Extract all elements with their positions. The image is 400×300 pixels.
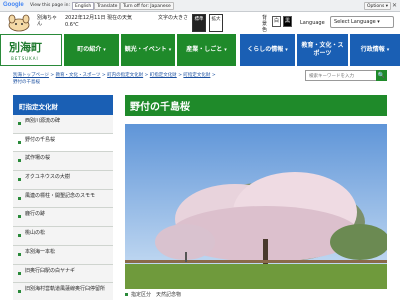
select-language-dropdown[interactable]: Select Language ▾ [330,16,394,28]
breadcrumb-separator: > [210,73,216,78]
nav-label: 産業・しごと [186,46,223,53]
font-large-button[interactable]: 拡大 [209,14,223,32]
chevron-down-icon: ▾ [285,47,288,53]
breadcrumb: 別海トップページ > 教育・文化・スポーツ > 町内の指定文化財 > 町指定文化… [13,72,253,86]
mascot-text: 別海ちゃん [37,15,58,27]
sidebar-item-current[interactable]: 野付の千島桜 [13,133,113,153]
chevron-down-icon: ▾ [103,47,106,53]
sidebar-item[interactable]: 本別海一本松 [13,245,113,265]
sidebar-item[interactable]: 桃山の松 [13,227,113,246]
temperature: 0.6℃ [65,22,79,28]
nav-town-intro[interactable]: 町の紹介 ▾ [64,34,119,66]
weather-date: 2022年12月11日 現在の天気 0.6℃ [65,15,132,29]
breadcrumb-link[interactable]: 教育・文化・スポーツ [56,73,101,78]
translate-bar: Google View this page in: English Transl… [0,0,400,12]
bullet-icon [125,293,128,296]
nav-label: 教育・文化・スポーツ [301,42,344,57]
page-title: 野付の千島桜 [125,95,387,116]
breadcrumb-link[interactable]: 町指定文化財 [150,73,177,78]
nav-label: 町の紹介 [77,46,102,53]
designation-caption: 指定区分 天然記念物 [125,291,181,298]
breadcrumb-separator: > [143,73,150,78]
nav-label: 行政情報 [360,46,385,53]
sidebar: 町指定文化財 西別川源流の碑 野付の千島桜 試作場の桜 オクユネウスの大樹 風連… [13,95,113,300]
nav-label: 観光・イベント [124,46,167,53]
google-logo: Google [3,2,24,8]
search-input[interactable] [305,70,383,81]
sidebar-item[interactable]: 西別川源流の碑 [13,115,113,134]
nav-industry[interactable]: 産業・しごと ▾ [176,34,236,66]
sidebar-item[interactable]: 旧別海村営軌道風蓮線奥行臼停留所 [13,283,113,300]
chevron-down-icon: ▾ [168,47,172,53]
search-icon[interactable]: 🔍 [376,70,387,81]
font-size-label: 文字の大きさ [158,15,189,21]
nav-label: くらしの情報 [247,46,284,53]
sidebar-item[interactable]: 試作場の桜 [13,152,113,172]
sidebar-item[interactable]: オクユネウスの大樹 [13,171,113,190]
translate-button[interactable]: Translate [94,2,121,10]
bg-black-button[interactable]: 黒 [283,16,292,27]
language-select[interactable]: English [72,2,95,10]
close-icon[interactable]: ✕ [392,2,397,9]
logo-text: 別海町 [9,41,42,54]
nav-tourism[interactable]: 観光・イベント ▾ [120,34,175,66]
view-page-text: View this page in: [30,3,71,8]
cherry-tree-photo [125,124,387,289]
sidebar-item[interactable]: 鹿行の跡 [13,208,113,228]
background-color-label: 背景色 [262,15,268,33]
breadcrumb-separator: > [48,73,56,78]
sidebar-item[interactable]: 風連の標柱・開墾記念のスモモ [13,189,113,209]
chevron-down-icon: ▾ [386,47,390,53]
options-button[interactable]: Options ▾ [364,2,392,10]
nav-admin[interactable]: 行政情報 ▾ [349,34,400,66]
site-logo[interactable]: 別海町 BETSUKAI [0,34,62,66]
nav-living[interactable]: くらしの情報 ▾ [240,34,295,66]
turn-off-button[interactable]: Turn off for: Japanese [120,2,174,10]
language-label: Language [300,20,325,26]
logo-subtext: BETSUKAI [11,56,39,61]
sidebar-heading: 町指定文化財 [13,95,113,115]
bg-white-button[interactable]: 白 [272,16,281,27]
chevron-down-icon: ▾ [224,47,227,53]
mascot-logo-icon[interactable] [6,14,32,32]
breadcrumb-current: 野付の千島桜 [13,80,40,85]
sidebar-item[interactable]: 旧奥行臼駅の白ヤナギ [13,264,113,284]
breadcrumb-link[interactable]: 別海トップページ [13,73,49,78]
font-standard-button[interactable]: 標準 [192,14,206,32]
caption-text: 指定区分 天然記念物 [131,292,182,298]
nav-education[interactable]: 教育・文化・スポーツ [296,34,348,66]
breadcrumb-link[interactable]: 町内の指定文化財 [107,73,143,78]
date-line: 2022年12月11日 現在の天気 [65,15,133,21]
breadcrumb-link[interactable]: 町指定文化財 [183,73,210,78]
